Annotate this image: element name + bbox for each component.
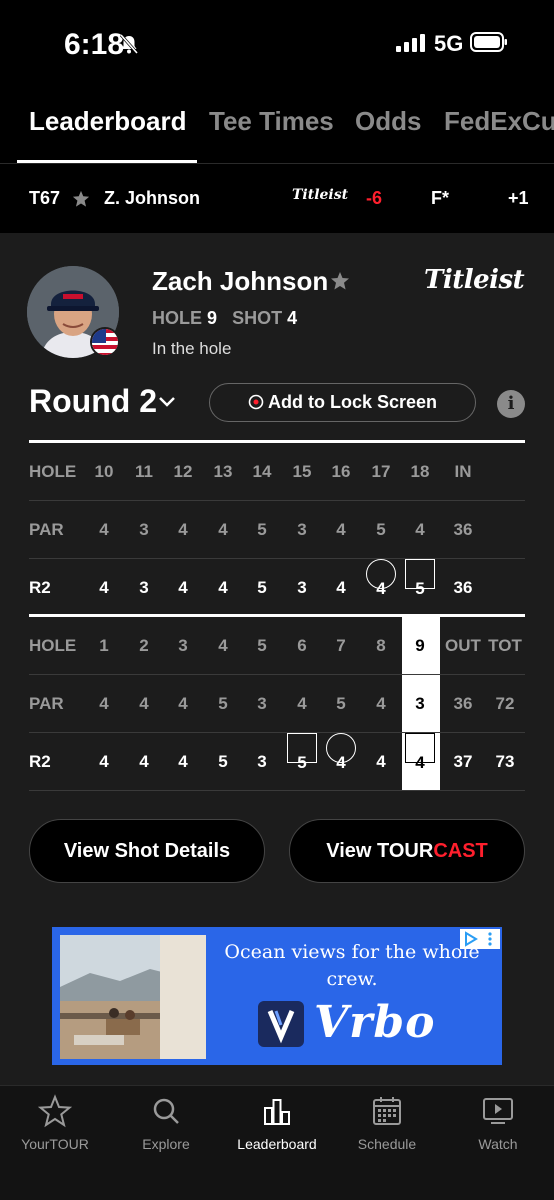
nav-watch[interactable]: Watch bbox=[443, 1094, 553, 1152]
player-name: Zach Johnson bbox=[152, 266, 329, 296]
current-hole-shot: HOLE 9 SHOT 4 bbox=[152, 308, 298, 328]
ticker-sponsor-logo: Titleist bbox=[292, 187, 349, 203]
leaderboard-icon bbox=[264, 1099, 290, 1125]
scorecard-par-row: PAR 4 4 4 5 3 4 5 4 3 36 72 bbox=[29, 675, 525, 733]
scorecard-score-row: R2 4 4 4 5 3 5 4 4 4 37 73 bbox=[29, 733, 525, 791]
view-shot-details-button[interactable]: View Shot Details bbox=[29, 819, 265, 883]
tab-leaderboard[interactable]: Leaderboard bbox=[29, 106, 187, 137]
ticker-to-par: -6 bbox=[366, 188, 383, 208]
birdie-score: 4 bbox=[363, 559, 399, 617]
ad-brand: Vrbo bbox=[314, 997, 436, 1048]
bogey-score: 5 bbox=[284, 733, 320, 791]
tab-odds[interactable]: Odds bbox=[355, 106, 421, 137]
calendar-icon bbox=[373, 1097, 401, 1125]
nav-leaderboard[interactable]: Leaderboard bbox=[222, 1094, 332, 1152]
usa-flag-icon bbox=[90, 327, 120, 357]
current-shot-number: 4 bbox=[287, 308, 298, 328]
player-ticker-row[interactable]: T67 Z. Johnson Titleist -6 F* +1 bbox=[0, 166, 554, 232]
bogey-score: 5 bbox=[402, 559, 438, 617]
sponsor-logo: Titleist bbox=[424, 265, 525, 295]
player-scorecard-card: Zach Johnson Titleist HOLE 9 SHOT 4 In t… bbox=[0, 233, 554, 1085]
round-selector[interactable]: Round 2 bbox=[29, 383, 157, 420]
favorite-star-icon[interactable] bbox=[72, 190, 90, 208]
play-icon bbox=[483, 1098, 513, 1124]
status-time: 6:18 bbox=[64, 28, 125, 61]
star-icon bbox=[38, 1094, 72, 1128]
cellular-signal-icon bbox=[396, 34, 425, 52]
top-tabs: Leaderboard Tee Times Odds FedExCup bbox=[0, 96, 554, 164]
nav-yourtour[interactable]: YourTOUR bbox=[0, 1094, 110, 1152]
scorecard-score-row: R2 4 3 4 4 5 3 4 4 5 36 bbox=[29, 559, 525, 617]
current-hole-number: 9 bbox=[207, 308, 218, 328]
info-icon[interactable]: i bbox=[497, 390, 525, 418]
view-tourcast-button[interactable]: View TOURCAST bbox=[289, 819, 525, 883]
lock-screen-icon bbox=[248, 394, 264, 410]
birdie-score: 4 bbox=[323, 733, 359, 791]
vrbo-logo-icon bbox=[258, 1001, 304, 1047]
scorecard-hole-row: HOLE 1 2 3 4 5 6 7 8 9 OUT TOT bbox=[29, 617, 525, 675]
chevron-down-icon[interactable] bbox=[158, 395, 176, 409]
scorecard-hole-row: HOLE 10 11 12 13 14 15 16 17 18 IN bbox=[29, 443, 525, 501]
scorecard-front-nine: HOLE 1 2 3 4 5 6 7 8 9 OUT TOT PAR 4 4 4… bbox=[29, 617, 525, 791]
search-icon bbox=[153, 1098, 179, 1124]
favorite-star-icon[interactable] bbox=[330, 271, 350, 291]
add-to-lock-screen-button[interactable]: Add to Lock Screen bbox=[209, 383, 476, 422]
nav-schedule[interactable]: Schedule bbox=[332, 1094, 442, 1152]
shot-status: In the hole bbox=[152, 339, 232, 358]
ticker-position: T67 bbox=[29, 188, 61, 208]
adchoices-icon[interactable] bbox=[460, 929, 500, 949]
nav-explore[interactable]: Explore bbox=[111, 1094, 221, 1152]
bottom-navigation: YourTOUR Explore Leaderboard Schedule Wa… bbox=[0, 1085, 554, 1200]
active-tab-indicator bbox=[17, 160, 197, 163]
bell-muted-icon bbox=[119, 34, 139, 54]
ticker-today: +1 bbox=[508, 188, 529, 208]
ad-headline: Ocean views for the whole crew. bbox=[224, 941, 480, 990]
tab-tee-times[interactable]: Tee Times bbox=[209, 106, 334, 137]
ticker-thru: F* bbox=[431, 188, 449, 208]
current-hole-score: 4 bbox=[402, 733, 438, 791]
scorecard-par-row: PAR 4 3 4 4 5 3 4 5 4 36 bbox=[29, 501, 525, 559]
tab-fedexcup[interactable]: FedExCup bbox=[444, 106, 554, 137]
ad-photo bbox=[60, 935, 206, 1059]
vrbo-ad-banner[interactable]: Ocean views for the whole crew. Vrbo bbox=[52, 927, 502, 1065]
scorecard-back-nine: HOLE 10 11 12 13 14 15 16 17 18 IN PAR 4… bbox=[29, 443, 525, 617]
battery-icon bbox=[470, 32, 507, 52]
ticker-player-name: Z. Johnson bbox=[104, 188, 200, 208]
network-type: 5G bbox=[434, 31, 464, 56]
status-bar: 6:18 5G bbox=[0, 0, 554, 90]
